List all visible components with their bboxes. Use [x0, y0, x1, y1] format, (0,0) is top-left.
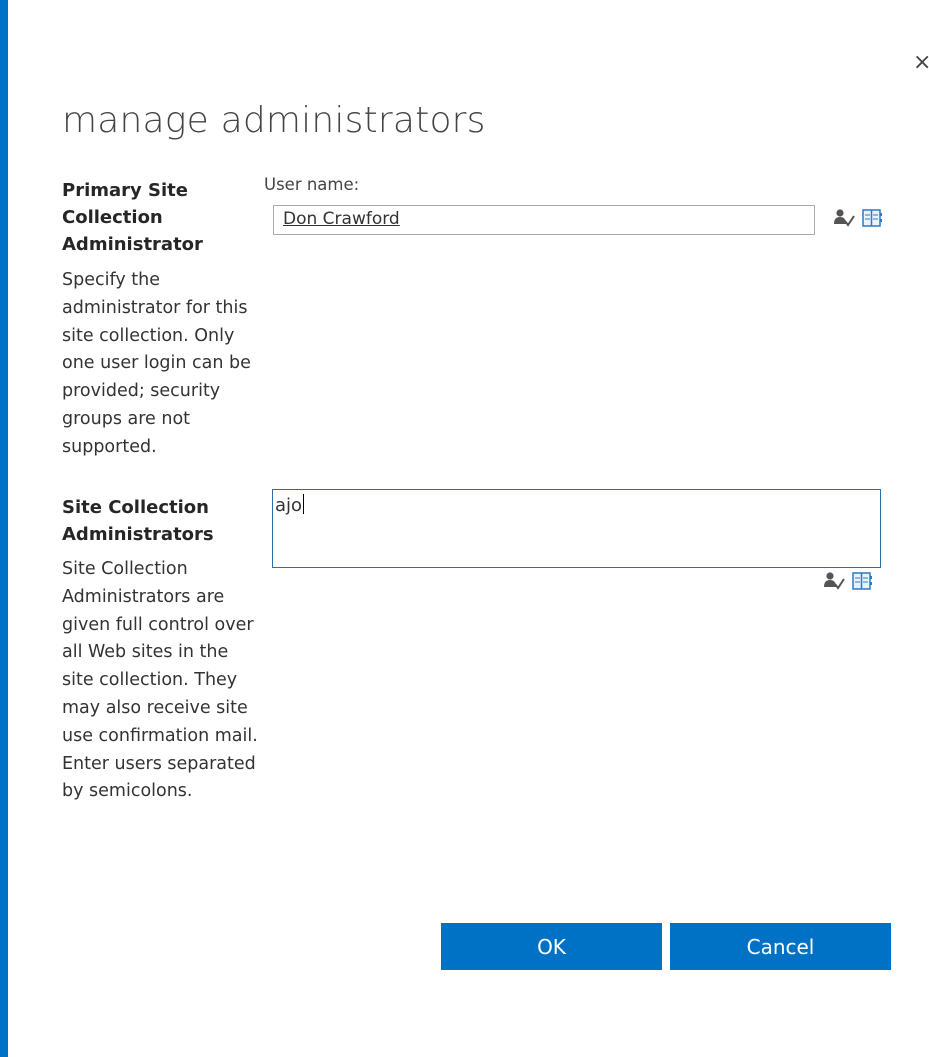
site-admins-description: Site Collection Administrators are given… [62, 559, 258, 802]
primary-admin-heading: Primary Site Collection Administrator [62, 180, 203, 255]
site-admins-people-picker[interactable]: ajo [272, 489, 881, 568]
site-admins-heading: Site Collection Administrators [62, 497, 214, 545]
site-admins-picker-icons [823, 571, 873, 591]
dialog-title: manage administrators [62, 100, 486, 141]
check-names-icon[interactable] [823, 571, 845, 591]
check-names-icon[interactable] [833, 208, 855, 228]
cancel-button[interactable]: Cancel [670, 923, 891, 970]
site-admins-typed-text[interactable]: ajo [275, 494, 305, 516]
primary-picker-icons [833, 208, 883, 228]
close-icon[interactable]: × [913, 52, 929, 74]
primary-admin-people-picker[interactable]: Don Crawford [273, 205, 815, 235]
text-caret [303, 494, 305, 514]
browse-address-book-icon[interactable] [851, 571, 873, 591]
resolved-user[interactable]: Don Crawford [283, 209, 400, 229]
browse-address-book-icon[interactable] [861, 208, 883, 228]
primary-admin-description: Specify the administrator for this site … [62, 270, 251, 457]
ok-button[interactable]: OK [441, 923, 662, 970]
dialog-accent-bar [0, 0, 8, 1057]
user-name-label: User name: [264, 175, 360, 194]
